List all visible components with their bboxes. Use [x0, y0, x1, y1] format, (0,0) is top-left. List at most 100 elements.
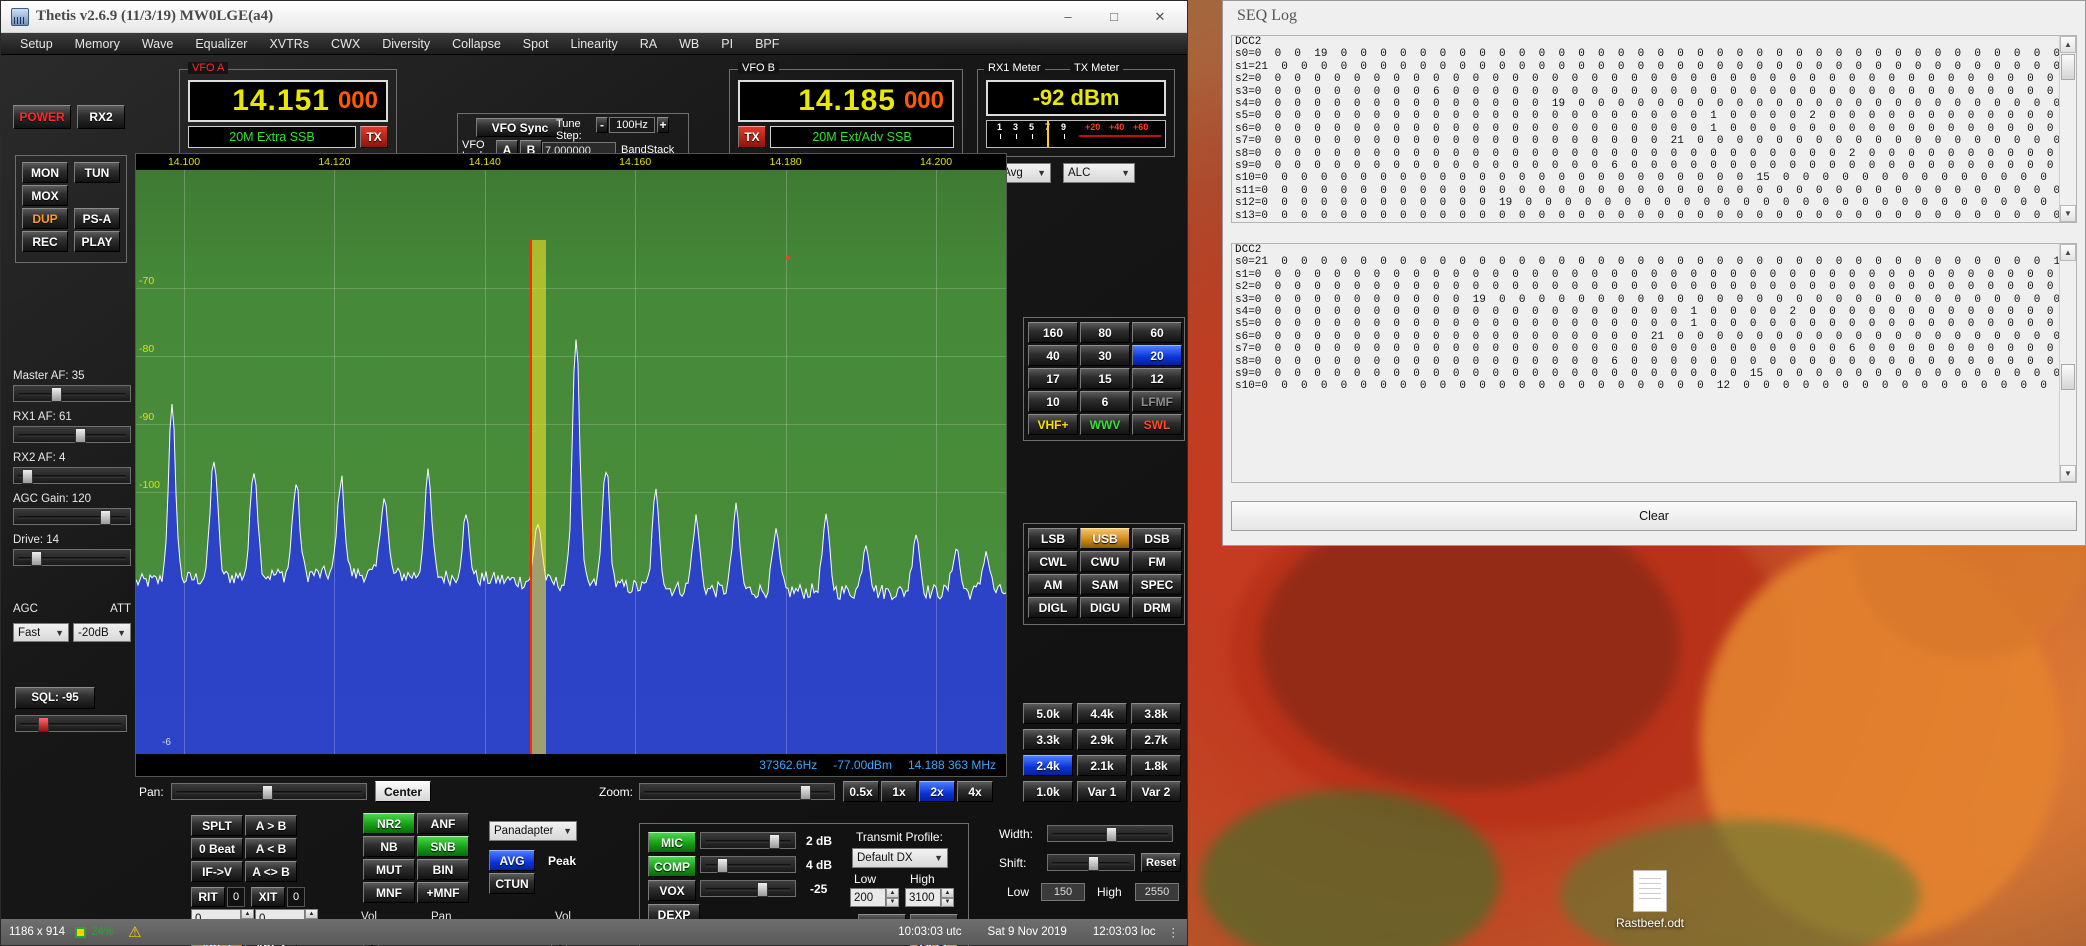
mon-button[interactable]: MON	[22, 162, 68, 183]
band-button-80[interactable]: 80	[1080, 322, 1130, 343]
filter-button-1-8k[interactable]: 1.8k	[1131, 755, 1181, 776]
comp-slider[interactable]	[700, 856, 796, 873]
band-button-30[interactable]: 30	[1080, 345, 1130, 366]
slider-0[interactable]	[13, 385, 131, 402]
slider-4[interactable]	[13, 549, 131, 566]
tx-high-spinner[interactable]: ▲▼	[941, 888, 954, 907]
band-button-40[interactable]: 40	[1028, 345, 1078, 366]
filter-button-5-0k[interactable]: 5.0k	[1023, 703, 1073, 724]
ps-a-button[interactable]: PS-A	[74, 208, 120, 229]
band-button-vhf+[interactable]: VHF+	[1028, 414, 1078, 435]
center-button[interactable]: Center	[375, 781, 431, 802]
anf-button[interactable]: ANF	[417, 813, 469, 834]
slider-thumb[interactable]	[800, 785, 811, 800]
slider-thumb[interactable]	[51, 387, 62, 402]
tx-high-input[interactable]: 3100	[905, 888, 941, 907]
slider-thumb[interactable]	[22, 469, 33, 484]
filter-button-2-1k[interactable]: 2.1k	[1077, 755, 1127, 776]
display-mode-select[interactable]: Panadapter ▼	[489, 821, 577, 841]
mode-button-digl[interactable]: DIGL	[1028, 597, 1078, 618]
panadapter-display[interactable]: 14.10014.12014.14014.16014.18014.200 -70…	[135, 153, 1007, 777]
mic-button[interactable]: MIC	[648, 832, 696, 853]
spin-up-icon[interactable]: ▲	[886, 888, 899, 898]
scroll-thumb[interactable]	[2061, 364, 2075, 390]
a-to-b-button[interactable]: A > B	[245, 815, 297, 836]
scroll-thumb[interactable]	[2061, 54, 2075, 80]
mode-button-cwl[interactable]: CWL	[1028, 551, 1078, 572]
maximize-button[interactable]: □	[1091, 2, 1137, 32]
comp-button[interactable]: COMP	[648, 856, 696, 877]
filter-shift-slider[interactable]	[1047, 854, 1135, 871]
a-swap-b-button[interactable]: A <> B	[245, 861, 297, 882]
transmit-profile-select[interactable]: Default DX ▼	[852, 848, 948, 868]
vfo-a-tx-button[interactable]: TX	[360, 126, 388, 148]
desktop-icon-rastbeef[interactable]: Rastbeef.odt	[1590, 870, 1710, 930]
tune-step-minus-button[interactable]: -	[596, 117, 608, 133]
att-select[interactable]: -20dB ▼	[73, 623, 131, 642]
xit-button[interactable]: XIT	[251, 887, 285, 907]
slider-thumb[interactable]	[100, 510, 111, 525]
zoom-2x-button[interactable]: 2x	[919, 781, 955, 802]
avg-button[interactable]: AVG	[489, 850, 535, 871]
mode-button-drm[interactable]: DRM	[1132, 597, 1182, 618]
filter-button-1-0k[interactable]: 1.0k	[1023, 781, 1073, 802]
squelch-button[interactable]: SQL: -95	[15, 687, 95, 709]
slider-thumb[interactable]	[75, 428, 86, 443]
pan-slider[interactable]	[171, 783, 367, 800]
minimize-button[interactable]: –	[1045, 2, 1091, 32]
spin-up-icon[interactable]: ▲	[241, 909, 254, 919]
filter-button-3-8k[interactable]: 3.8k	[1131, 703, 1181, 724]
menu-item-linearity[interactable]: Linearity	[560, 34, 629, 54]
filter-button-var-1[interactable]: Var 1	[1077, 781, 1127, 802]
seq-log-pane-2[interactable]: DCC2s0=21 0 0 0 0 0 0 0 0 0 0 0 0 0 0 0 …	[1231, 243, 2077, 483]
zoom-05x-button[interactable]: 0.5x	[843, 781, 879, 802]
mut-button[interactable]: MUT	[363, 859, 415, 880]
band-button-swl[interactable]: SWL	[1132, 414, 1182, 435]
menu-item-setup[interactable]: Setup	[9, 34, 64, 54]
menu-item-wave[interactable]: Wave	[131, 34, 185, 54]
tx-low-input[interactable]: 200	[850, 888, 886, 907]
menu-item-wb[interactable]: WB	[668, 34, 710, 54]
filter-width-slider[interactable]	[1047, 825, 1173, 842]
zoom-slider[interactable]	[639, 783, 835, 800]
spin-up-icon[interactable]: ▲	[941, 888, 954, 898]
menu-item-spot[interactable]: Spot	[512, 34, 560, 54]
slider-thumb[interactable]	[717, 858, 728, 873]
close-button[interactable]: ✕	[1137, 2, 1183, 32]
vfo-sync-button[interactable]: VFO Sync	[476, 118, 564, 137]
slider-thumb[interactable]	[1088, 856, 1099, 871]
squelch-slider[interactable]	[15, 715, 127, 732]
warning-icon[interactable]: ⚠	[128, 923, 141, 941]
band-button-wwv[interactable]: WWV	[1080, 414, 1130, 435]
menu-item-xvtrs[interactable]: XVTRs	[258, 34, 320, 54]
menu-item-bpf[interactable]: BPF	[744, 34, 790, 54]
bin-button[interactable]: BIN	[417, 859, 469, 880]
menu-item-cwx[interactable]: CWX	[320, 34, 371, 54]
rit-button[interactable]: RIT	[191, 887, 225, 907]
slider-1[interactable]	[13, 426, 131, 443]
plus-mnf-button[interactable]: +MNF	[417, 882, 469, 903]
filter-button-3-3k[interactable]: 3.3k	[1023, 729, 1073, 750]
peak-button[interactable]: Peak	[539, 850, 585, 871]
play-button[interactable]: PLAY	[74, 231, 120, 252]
mnf-button[interactable]: MNF	[363, 882, 415, 903]
vfo-b-tx-button[interactable]: TX	[738, 126, 766, 148]
nr2-button[interactable]: NR2	[363, 813, 415, 834]
band-button-60[interactable]: 60	[1132, 322, 1182, 343]
vfo-b-display[interactable]: 14.185 000	[738, 80, 954, 122]
slider-2[interactable]	[13, 467, 131, 484]
dup-button[interactable]: DUP	[22, 208, 68, 229]
scroll-down-icon[interactable]: ▼	[2060, 205, 2076, 222]
tun-button[interactable]: TUN	[74, 162, 120, 183]
slider-3[interactable]	[13, 508, 131, 525]
vox-slider[interactable]	[700, 880, 796, 897]
band-button-20[interactable]: 20	[1132, 345, 1182, 366]
snb-button[interactable]: SNB	[417, 836, 469, 857]
tune-step-plus-button[interactable]: +	[657, 117, 669, 133]
menu-item-diversity[interactable]: Diversity	[371, 34, 441, 54]
splt-button[interactable]: SPLT	[191, 815, 243, 836]
vfo-a-display[interactable]: 14.151 000	[188, 80, 388, 122]
zero-beat-button[interactable]: 0 Beat	[191, 838, 243, 859]
slider-thumb[interactable]	[757, 882, 768, 897]
band-button-6[interactable]: 6	[1080, 391, 1130, 412]
